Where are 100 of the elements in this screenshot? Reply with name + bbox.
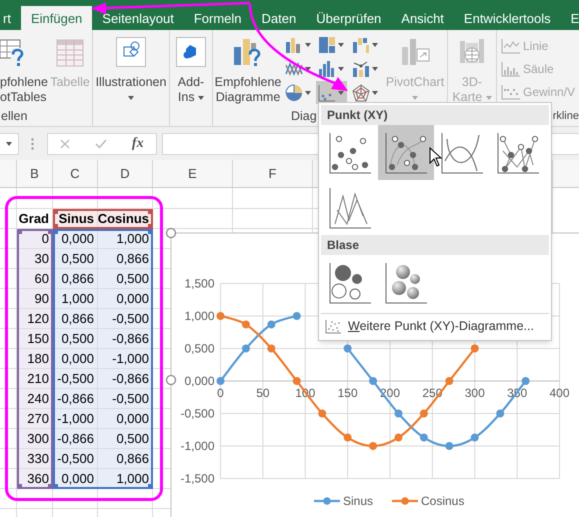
axis-label: 0,500: [184, 342, 214, 356]
ribbon-tab[interactable]: Daten: [252, 6, 306, 30]
caret-icon: [305, 90, 311, 94]
table-cell: 0,500: [98, 429, 153, 449]
caret-icon: [305, 66, 311, 70]
legend-label: Sinus: [343, 494, 374, 508]
sparkline-line-icon: [501, 38, 521, 54]
insert-function-button[interactable]: fx: [132, 133, 144, 154]
legend-label: Cosinus: [421, 494, 464, 508]
sparkline-win-loss-icon: [501, 84, 521, 100]
table-cell: -0,500: [53, 449, 98, 469]
ribbon-tab[interactable]: Formeln: [184, 6, 252, 30]
more-charts-link[interactable]: Weitere Punkt (XY)-Diagramme...: [325, 316, 534, 336]
smooth-line-icon: [439, 130, 485, 174]
table-cell: -0,500: [98, 309, 153, 329]
check-icon: [95, 138, 108, 148]
table-cell: 0,866: [53, 269, 98, 289]
ribbon-tab[interactable]: rt: [0, 6, 21, 30]
axis-label: 1,500: [184, 276, 214, 290]
axis-label: 0,000: [184, 374, 214, 388]
axis-label: 0: [217, 386, 224, 400]
table-cell: 0,866: [53, 309, 98, 329]
caret-icon: [372, 90, 378, 94]
name-box[interactable]: [0, 132, 19, 154]
table-cell: 1,000: [53, 289, 98, 309]
caret-icon: [6, 142, 12, 146]
group-label: Diag: [291, 109, 317, 124]
column-chart-icon: [285, 36, 303, 54]
recommended-charts-button[interactable]: Empfohlene Diagramme: [213, 30, 283, 108]
column-header[interactable]: D: [120, 164, 130, 184]
axis-label: 1,000: [184, 309, 214, 323]
section-header: Punkt (XY): [321, 105, 549, 125]
table-cell: 0,000: [98, 289, 153, 309]
treemap-icon: [318, 36, 336, 54]
enter-button[interactable]: [95, 138, 108, 148]
ribbon-tab[interactable]: Ansicht: [391, 6, 454, 30]
chart-icon: [400, 37, 430, 67]
axis-label: 50: [256, 386, 270, 400]
table-cell: 0,500: [98, 269, 153, 289]
recommended-pivottables-button[interactable]: pfohlene otTables: [0, 30, 48, 108]
axis-label: 300: [464, 386, 485, 400]
table-cell: 0,866: [98, 249, 153, 269]
add-in-icon: [176, 37, 206, 67]
scatter-dots-icon: [325, 318, 342, 334]
add-ins-button[interactable]: Add- Ins: [170, 30, 212, 108]
caret-icon: [372, 42, 378, 46]
straight-line-markers-icon: [495, 130, 541, 174]
straight-line-icon: [327, 186, 373, 230]
group-label: ellen: [1, 109, 28, 124]
column-header[interactable]: C: [70, 164, 80, 184]
table-cell: -1,000: [53, 409, 98, 429]
table-cell: 0,000: [98, 409, 153, 429]
3d-bubble-icon: [383, 260, 429, 304]
illustrations-button[interactable]: Illustrationen: [93, 30, 169, 108]
mouse-pointer-icon: [429, 147, 442, 167]
table-cell: -0,500: [53, 369, 98, 389]
scatter-markers-icon: [327, 130, 373, 174]
table-cell: -0,866: [53, 389, 98, 409]
line-chart-icon: [285, 60, 303, 78]
grip-icon: [31, 138, 34, 150]
scatter-chart-icon: [318, 84, 336, 102]
ribbon-tab[interactable]: Überprüfen: [306, 6, 392, 30]
ribbon-tab[interactable]: E: [560, 6, 579, 30]
bubble-chart-icon: [327, 260, 373, 304]
ribbon-tab[interactable]: Einfügen: [20, 6, 92, 30]
chart-subtype-button[interactable]: [378, 125, 434, 180]
table-cell: 0,866: [98, 449, 153, 469]
column-header[interactable]: E: [188, 164, 197, 184]
caret-icon: [338, 66, 344, 70]
histogram-icon: [318, 60, 336, 78]
cancel-button[interactable]: [60, 138, 70, 148]
resize-handle[interactable]: [166, 374, 176, 386]
axis-label: 400: [549, 386, 570, 400]
waterfall-chart-icon: [352, 36, 370, 54]
close-icon: [60, 138, 70, 148]
caret-icon: [338, 42, 344, 46]
ribbon-tab[interactable]: Entwicklertools: [454, 6, 561, 30]
axis-label: 150: [338, 386, 358, 400]
column-header[interactable]: F: [268, 164, 276, 184]
caret-icon: [305, 42, 311, 46]
shapes-icon: [116, 37, 146, 67]
ribbon-tab[interactable]: Seitenlayout: [92, 6, 184, 30]
table-cell: -0,866: [98, 329, 153, 349]
table-cell: 0,500: [53, 249, 98, 269]
caret-icon: [372, 66, 378, 70]
table-cell: -1,000: [98, 349, 153, 369]
column-header[interactable]: B: [30, 164, 39, 184]
table-cell: -0,866: [98, 369, 153, 389]
resize-handle[interactable]: [166, 228, 176, 238]
table-cell: -0,866: [53, 429, 98, 449]
sparkline-column-icon: [501, 61, 521, 77]
axis-label: -1,000: [180, 439, 214, 453]
chart-question-icon: [233, 37, 263, 67]
table-icon: [56, 39, 84, 67]
smooth-line-markers-icon: [383, 130, 429, 174]
table-cell: -0,500: [98, 389, 153, 409]
axis-label: -1,500: [180, 472, 214, 486]
radar-chart-icon: [352, 84, 370, 102]
pie-chart-icon: [285, 84, 303, 102]
combo-chart-icon: [352, 60, 370, 78]
